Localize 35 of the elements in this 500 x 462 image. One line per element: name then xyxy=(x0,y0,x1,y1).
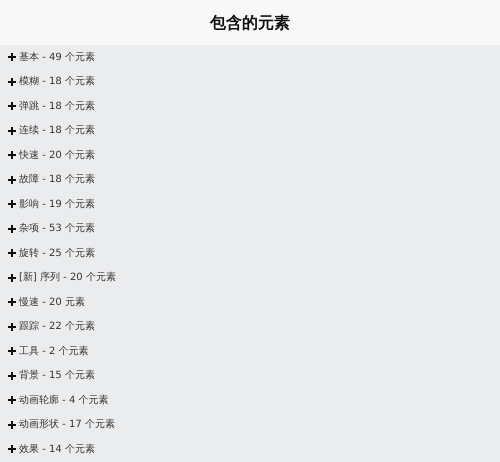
category-toggle[interactable]: 动画形状 - 17 个元素 xyxy=(19,417,115,432)
category-toggle[interactable]: 慢速 - 20 元素 xyxy=(19,294,85,310)
plus-icon[interactable] xyxy=(8,445,16,454)
plus-icon[interactable] xyxy=(8,322,16,331)
plus-icon[interactable] xyxy=(8,200,16,208)
category-toggle[interactable]: 连续 - 18 个元素 xyxy=(19,123,95,138)
plus-icon[interactable] xyxy=(8,126,16,135)
category-toggle[interactable]: 背景 - 15 个元素 xyxy=(19,368,95,384)
plus-icon[interactable] xyxy=(8,249,16,258)
plus-icon[interactable] xyxy=(8,298,16,306)
category-toggle[interactable]: 影响 - 19 个元素 xyxy=(19,196,95,212)
plus-icon[interactable] xyxy=(8,151,16,160)
page-title: 包含的元素 xyxy=(210,12,290,32)
category-toggle[interactable]: 模糊 - 18 个元素 xyxy=(19,74,95,90)
category-toggle[interactable]: 弹跳 - 18 个元素 xyxy=(19,98,95,114)
category-toggle[interactable]: [新] 序列 - 20 个元素 xyxy=(19,270,116,286)
category-toggle[interactable]: 跟踪 - 22 个元素 xyxy=(19,319,95,334)
plus-icon[interactable] xyxy=(8,396,16,404)
plus-icon[interactable] xyxy=(8,274,16,282)
category-toggle[interactable]: 旋转 - 25 个元素 xyxy=(19,246,95,261)
plus-icon[interactable] xyxy=(8,347,16,356)
category-toggle[interactable]: 效果 - 14 个元素 xyxy=(19,442,95,457)
plus-icon[interactable] xyxy=(8,102,16,110)
category-toggle[interactable]: 工具 - 2 个元素 xyxy=(19,344,89,359)
plus-icon[interactable] xyxy=(8,372,16,380)
category-toggle[interactable]: 动画轮廓 - 4 个元素 xyxy=(19,392,109,408)
plus-icon[interactable] xyxy=(8,224,16,233)
plus-icon[interactable] xyxy=(8,78,16,86)
plus-icon[interactable] xyxy=(8,176,16,184)
plus-icon[interactable] xyxy=(8,420,16,429)
plus-icon[interactable] xyxy=(8,53,16,62)
category-toggle[interactable]: 故障 - 18 个元素 xyxy=(19,172,95,188)
category-toggle[interactable]: 杂项 - 53 个元素 xyxy=(19,221,95,236)
category-toggle[interactable]: 快速 - 20 个元素 xyxy=(19,148,95,163)
category-toggle[interactable]: 基本 - 49 个元素 xyxy=(19,50,95,65)
